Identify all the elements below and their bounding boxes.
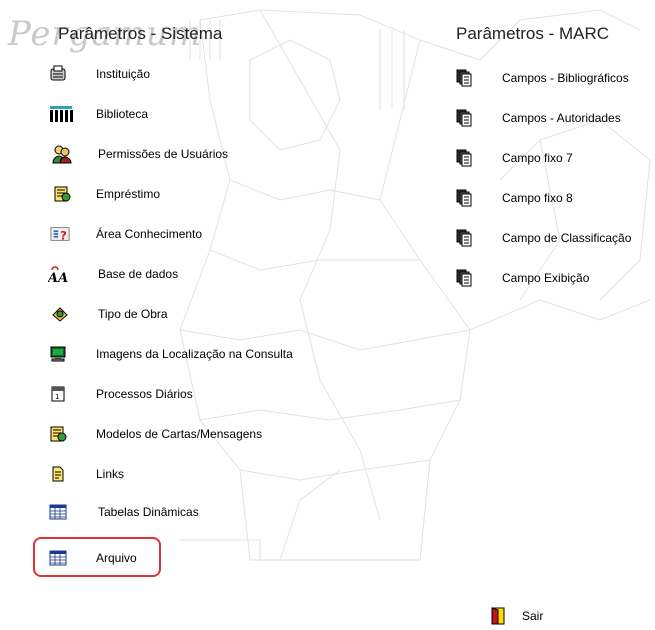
menu-item-campos-autoridades[interactable]: Campos - Autoridades	[454, 106, 654, 130]
documents-icon	[454, 188, 474, 208]
documents-icon	[454, 268, 474, 288]
menu-item-links[interactable]: Links	[48, 462, 248, 486]
menu-item-label: Campo de Classificação	[502, 231, 632, 245]
menu-item-processos-diarios[interactable]: 1 Processos Diários	[48, 382, 248, 406]
menu-item-label: Imagens da Localização na Consulta	[96, 347, 293, 361]
menu-item-label: Área Conhecimento	[96, 227, 203, 241]
menu-item-label: Instituição	[96, 67, 151, 81]
svg-text:1: 1	[55, 393, 59, 401]
section-title-sistema: Parâmetros - Sistema	[58, 24, 223, 43]
menu-item-modelos-cartas[interactable]: Modelos de Cartas/Mensagens	[48, 422, 308, 446]
menu-item-label: Campos - Autoridades	[502, 111, 621, 125]
menu-item-instituicao[interactable]: Instituição	[48, 62, 248, 86]
links-icon	[48, 464, 68, 484]
work-type-icon	[50, 304, 70, 324]
institution-icon	[48, 64, 68, 84]
section-title-marc: Parâmetros - MARC	[456, 24, 610, 43]
exit-door-icon	[488, 606, 508, 626]
menu-item-label: Campo fixo 7	[502, 151, 573, 165]
menu-item-area-conhecimento[interactable]: ? Área Conhecimento	[50, 222, 250, 246]
menu-item-label: Base de dados	[98, 267, 179, 281]
exit-button[interactable]: Sair	[488, 606, 568, 630]
menu-item-label: Empréstimo	[96, 187, 161, 201]
menu-item-label: Links	[96, 467, 125, 481]
documents-icon	[454, 108, 474, 128]
menu-item-label: Campos - Bibliográficos	[502, 71, 629, 85]
menu-item-label: Modelos de Cartas/Mensagens	[96, 427, 263, 441]
letters-icon	[48, 424, 68, 444]
exit-label: Sair	[522, 609, 544, 623]
menu-item-imagens-localizacao[interactable]: Imagens da Localização na Consulta	[48, 342, 348, 366]
menu-item-label: Permissões de Usuários	[98, 147, 229, 161]
menu-item-label: Tabelas Dinâmicas	[98, 505, 199, 519]
menu-item-permissoes[interactable]: Permissões de Usuários	[52, 142, 302, 166]
menu-item-label: Processos Diários	[96, 387, 193, 401]
menu-item-campos-bibliograficos[interactable]: Campos - Bibliográficos	[454, 66, 654, 90]
users-icon	[52, 144, 72, 164]
menu-item-tipo-de-obra[interactable]: Tipo de Obra	[50, 302, 250, 326]
menu-item-label: Campo fixo 8	[502, 191, 573, 205]
documents-icon	[454, 228, 474, 248]
menu-item-campo-classificacao[interactable]: Campo de Classificação	[454, 226, 654, 250]
table-icon	[48, 502, 68, 522]
menu-item-campo-fixo-7[interactable]: Campo fixo 7	[454, 146, 654, 170]
menu-item-campo-exibicao[interactable]: Campo Exibição	[454, 266, 654, 290]
library-icon	[48, 104, 76, 124]
menu-item-label: Campo Exibição	[502, 271, 590, 285]
menu-item-base-de-dados[interactable]: AA Base de dados	[48, 262, 248, 286]
monitor-icon	[48, 344, 68, 364]
documents-icon	[454, 68, 474, 88]
menu-item-campo-fixo-8[interactable]: Campo fixo 8	[454, 186, 654, 210]
menu-item-label: Biblioteca	[96, 107, 149, 121]
calendar-icon: 1	[48, 384, 68, 404]
svg-text:?: ?	[60, 228, 67, 242]
menu-item-emprestimo[interactable]: Empréstimo	[52, 182, 252, 206]
database-icon: AA	[48, 264, 68, 284]
menu-item-tabelas-dinamicas[interactable]: Tabelas Dinâmicas	[48, 500, 248, 524]
loan-icon	[52, 184, 72, 204]
documents-icon	[454, 148, 474, 168]
arquivo-highlight-box	[33, 537, 161, 577]
svg-text:AA: AA	[48, 271, 68, 284]
menu-item-label: Tipo de Obra	[98, 307, 168, 321]
knowledge-area-icon: ?	[50, 224, 70, 244]
menu-item-biblioteca[interactable]: Biblioteca	[48, 102, 248, 126]
